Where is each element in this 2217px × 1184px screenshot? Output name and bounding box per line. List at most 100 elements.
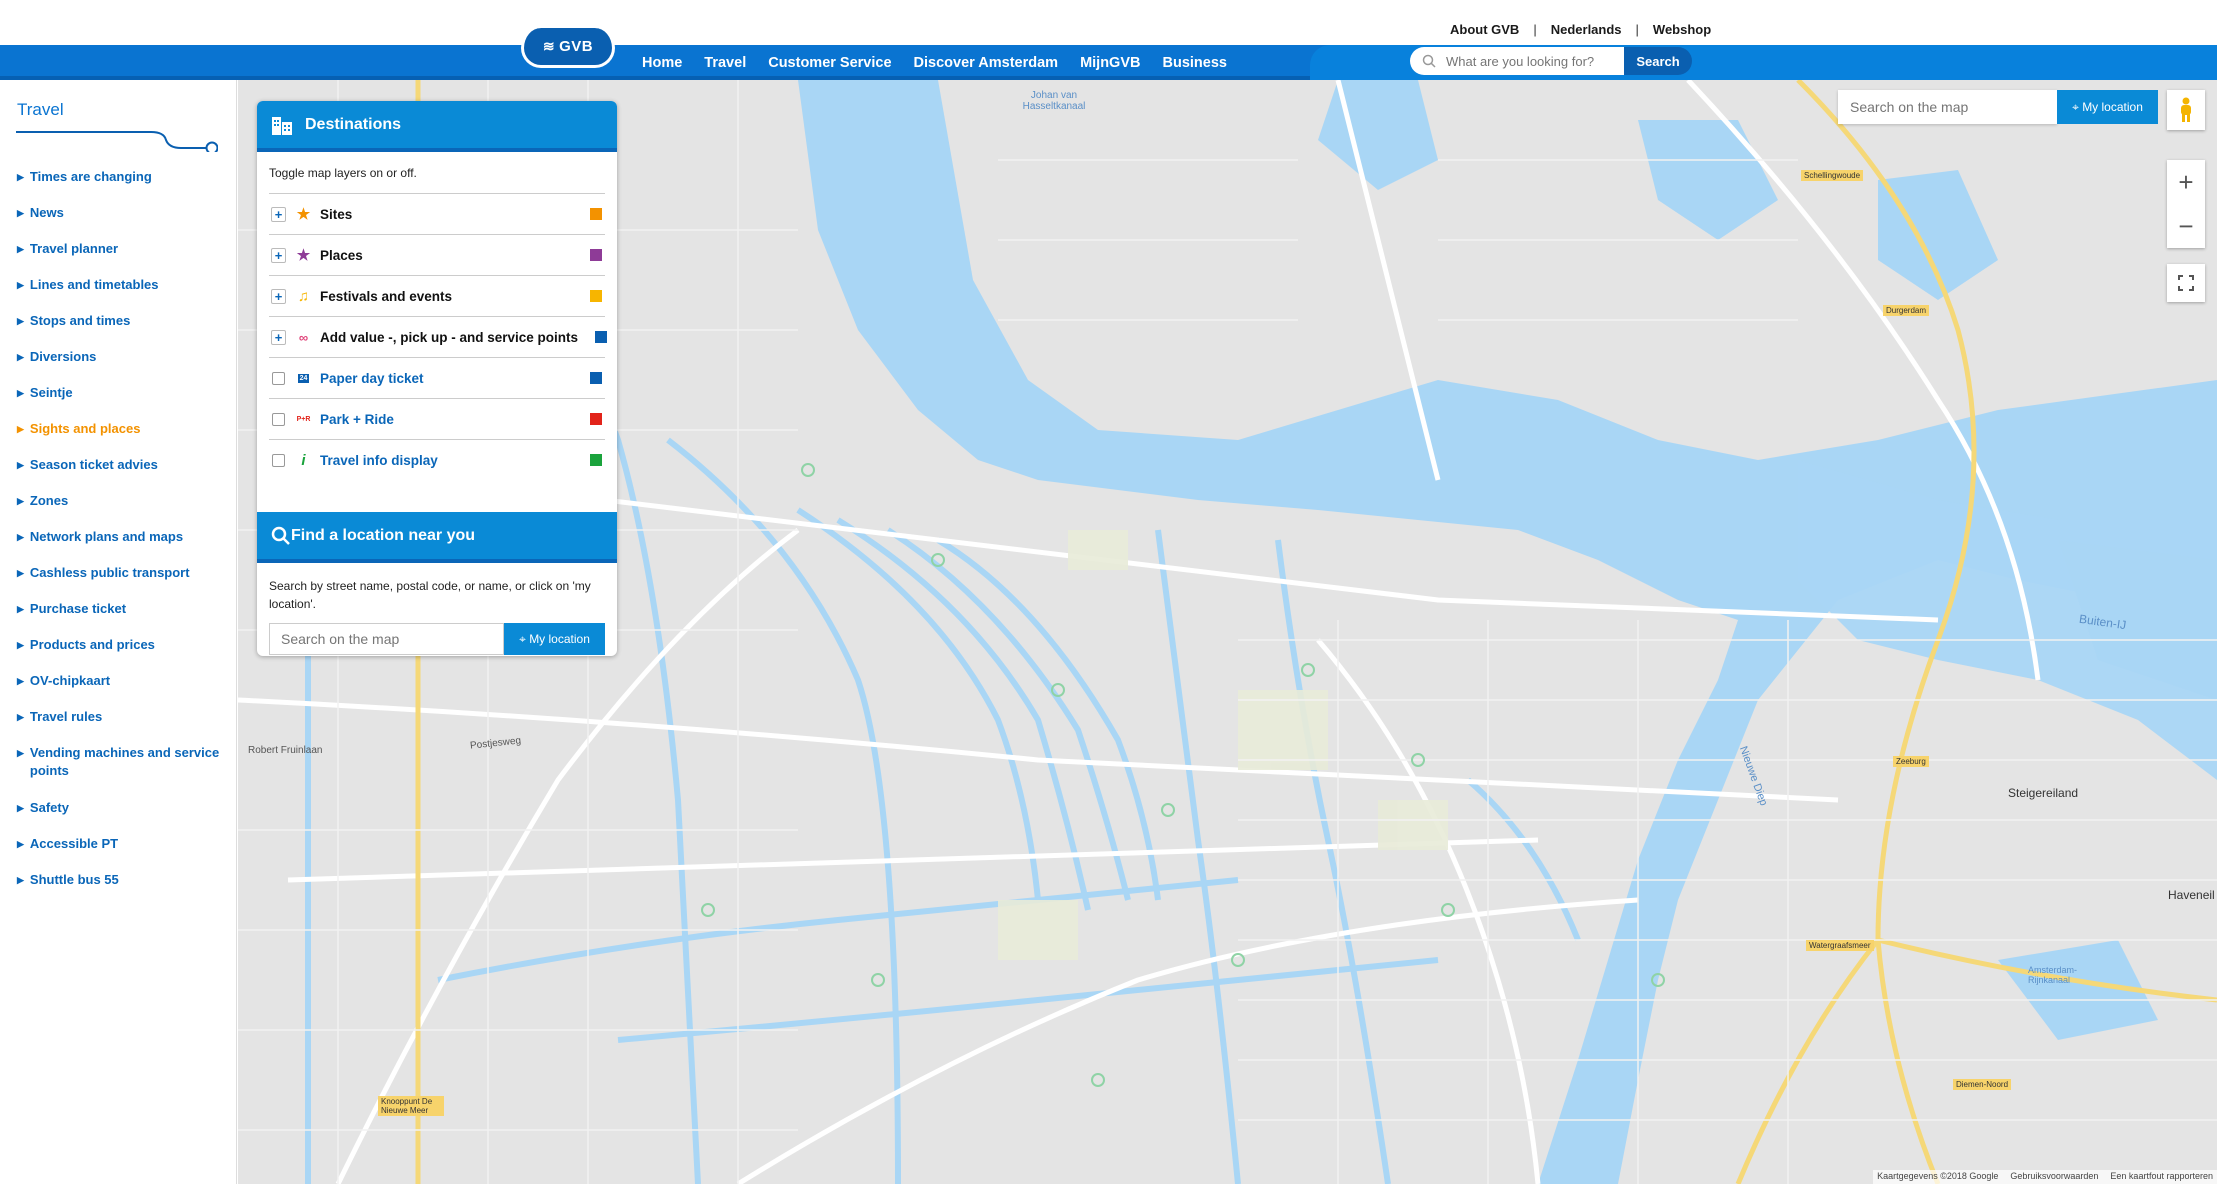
caret-right-icon: ▶ [17, 640, 24, 650]
layer-color-swatch [590, 208, 602, 220]
layer-checkbox[interactable] [272, 453, 285, 467]
sidebar-item[interactable]: ▶ Vending machines and service points [17, 744, 222, 799]
layer-checkbox[interactable] [272, 412, 285, 426]
layer-checkbox[interactable] [272, 371, 285, 385]
caret-right-icon: ▶ [17, 352, 24, 362]
zoom-out-button[interactable]: − [2167, 204, 2205, 248]
caret-right-icon: ▶ [17, 388, 24, 398]
destinations-header: Destinations [257, 101, 617, 152]
buildings-icon [272, 116, 292, 135]
sidebar-item[interactable]: ▶ Products and prices [17, 636, 222, 672]
sidebar-item[interactable]: ▶ OV-chipkaart [17, 672, 222, 708]
caret-right-icon: ▶ [17, 875, 24, 885]
main-nav: Home Travel Customer Service Discover Am… [642, 45, 1249, 84]
layer-service-points[interactable]: + ∞ Add value -, pick up - and service p… [269, 316, 607, 357]
nav-customer-service[interactable]: Customer Service [768, 45, 891, 80]
separator: | [1635, 21, 1639, 37]
layer-color-swatch [590, 413, 602, 425]
layer-color-swatch [590, 290, 602, 302]
caret-right-icon: ▶ [17, 496, 24, 506]
map-label: Knooppunt De Nieuwe Meer [378, 1096, 444, 1116]
sidebar-item[interactable]: ▶ Accessible PT [17, 835, 222, 871]
zoom-in-button[interactable]: + [2167, 160, 2205, 204]
map-label: Robert Fruinlaan [248, 745, 323, 756]
map-label: Schellingwoude [1801, 170, 1864, 181]
map-label: Zeeburg [1893, 756, 1929, 767]
find-location-title: Find a location near you [291, 526, 476, 544]
expand-icon[interactable]: + [271, 288, 286, 304]
sidebar-item[interactable]: ▶ Network plans and maps [17, 528, 222, 564]
sidebar-item[interactable]: ▶ Purchase ticket [17, 600, 222, 636]
caret-right-icon: ▶ [17, 803, 24, 813]
sidebar-item[interactable]: ▶ Zones [17, 492, 222, 528]
nav-travel[interactable]: Travel [704, 45, 746, 84]
expand-icon[interactable]: + [271, 329, 286, 345]
sidebar-item[interactable]: ▶ Travel planner [17, 240, 222, 276]
expand-icon[interactable]: + [271, 206, 286, 222]
sidebar-item[interactable]: ▶ Times are changing [17, 168, 222, 204]
search-icon [1422, 54, 1436, 68]
layer-label: Festivals and events [320, 288, 453, 304]
panel-map-search-input[interactable] [269, 623, 504, 655]
layer-festivals[interactable]: + ♫ Festivals and events [269, 275, 605, 316]
header-search-button[interactable]: Search [1624, 47, 1692, 75]
report-error-link[interactable]: Een kaartfout rapporteren [2110, 1171, 2213, 1183]
expand-icon[interactable]: + [271, 247, 286, 263]
sidebar: Travel ▶ Times are changing ▶ News ▶ Travel… [0, 80, 237, 1184]
map-label: Amsterdam-Rijnkanaal [2028, 965, 2078, 985]
caret-right-icon: ▶ [17, 748, 24, 758]
find-location-row: ⌖ My location [269, 623, 605, 655]
ticket-24-icon: 24 [297, 373, 310, 383]
layer-park-ride[interactable]: P+R Park + Ride [269, 398, 605, 439]
sidebar-item[interactable]: ▶ Seintje [17, 384, 222, 420]
layer-label: Places [320, 247, 363, 263]
map-label: Haveneil [2168, 888, 2215, 902]
sidebar-item[interactable]: ▶ Shuttle bus 55 [17, 871, 222, 907]
layer-travel-info-display[interactable]: i Travel info display [269, 439, 605, 480]
gvb-logo[interactable]: ≋ GVB [521, 28, 615, 68]
panel-my-location-button[interactable]: ⌖ My location [504, 623, 605, 655]
attribution-text: Kaartgegevens ©2018 Google [1877, 1171, 1999, 1181]
sidebar-item[interactable]: ▶ Diversions [17, 348, 222, 384]
header-search-input[interactable] [1410, 47, 1624, 75]
layer-places[interactable]: + ★ Places [269, 234, 605, 275]
map-search-input[interactable] [1838, 90, 2057, 124]
street-view-pegman-icon[interactable] [2167, 90, 2205, 130]
map-my-location-button[interactable]: ⌖ My location [2057, 90, 2158, 124]
sidebar-item[interactable]: ▶ Cashless public transport [17, 564, 222, 600]
webshop-link[interactable]: Webshop [1653, 22, 1711, 37]
star-icon: ★ [296, 247, 311, 264]
header-search: Search [1410, 47, 1692, 75]
sidebar-title: Travel [17, 100, 64, 119]
sidebar-item[interactable]: ▶ News [17, 204, 222, 240]
caret-right-icon: ▶ [17, 280, 24, 290]
nav-business[interactable]: Business [1162, 45, 1226, 80]
caret-right-icon: ▶ [17, 568, 24, 578]
sidebar-item[interactable]: ▶ Stops and times [17, 312, 222, 348]
map-label: Durgerdam [1883, 305, 1930, 316]
layer-color-swatch [590, 372, 602, 384]
language-link[interactable]: Nederlands [1551, 22, 1622, 37]
terms-link[interactable]: Gebruiksvoorwaarden [2010, 1171, 2098, 1183]
sidebar-item[interactable]: ▶ Season ticket advies [17, 456, 222, 492]
layer-label: Add value -, pick up - and service point… [320, 329, 579, 345]
waves-icon: ≋ [542, 38, 556, 54]
sidebar-item[interactable]: ▶ Lines and timetables [17, 276, 222, 312]
toggle-hint: Toggle map layers on or off. [269, 166, 417, 180]
caret-right-icon: ▶ [17, 460, 24, 470]
nav-home[interactable]: Home [642, 45, 682, 80]
nav-mijngvb[interactable]: MijnGVB [1080, 45, 1140, 80]
nav-discover-amsterdam[interactable]: Discover Amsterdam [914, 45, 1059, 80]
layer-sites[interactable]: + ★ Sites [269, 193, 605, 234]
sidebar-item-active[interactable]: ▶ Sights and places [17, 420, 222, 456]
map-label: Steigereiland [2008, 786, 2079, 800]
caret-right-icon: ▶ [17, 208, 24, 218]
layer-paper-day-ticket[interactable]: 24 Paper day ticket [269, 357, 605, 398]
caret-right-icon: ▶ [17, 316, 24, 326]
sidebar-item[interactable]: ▶ Travel rules [17, 708, 222, 744]
sidebar-item[interactable]: ▶ Safety [17, 799, 222, 835]
about-gvb-link[interactable]: About GVB [1450, 22, 1519, 37]
map-label: Diemen-Noord [1953, 1079, 2012, 1090]
music-note-icon: ♫ [297, 287, 310, 305]
fullscreen-icon[interactable] [2167, 264, 2205, 302]
